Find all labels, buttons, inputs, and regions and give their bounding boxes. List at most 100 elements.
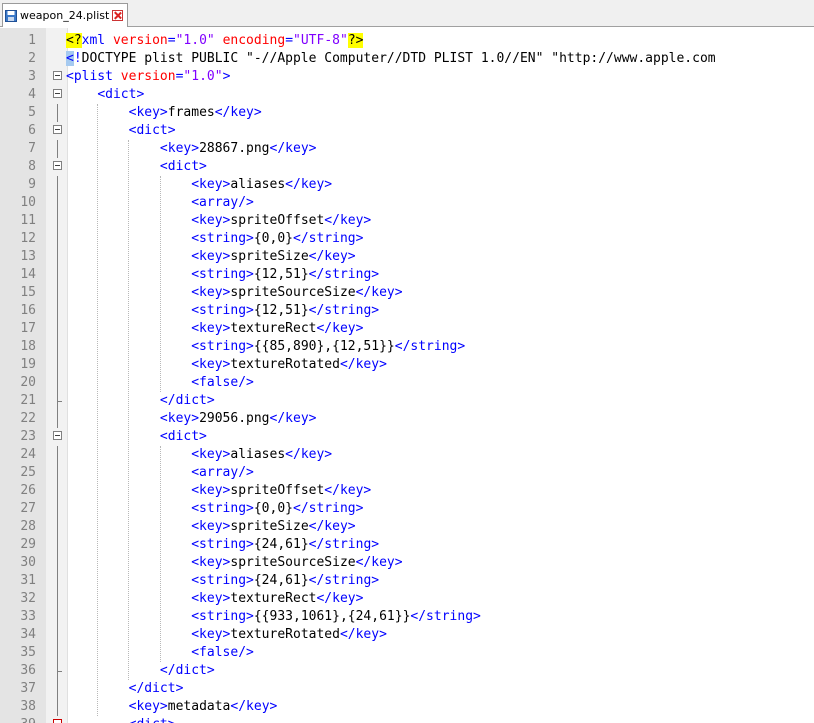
code-token: "UTF-8" (293, 33, 348, 48)
code-line[interactable]: 16 <string>{12,51}</string> (0, 302, 814, 320)
code-line[interactable]: 12 <string>{0,0}</string> (0, 230, 814, 248)
code-token: encoding (222, 33, 286, 48)
code-line[interactable]: 37 </dict> (0, 680, 814, 698)
code-line[interactable]: 38 <key>metadata</key> (0, 698, 814, 716)
code-line[interactable]: 35 <false/> (0, 644, 814, 662)
code-token: <dict> (97, 87, 145, 102)
code-text: <key>textureRotated</key> (66, 356, 387, 374)
line-number: 35 (20, 645, 36, 660)
code-token: </string> (308, 573, 380, 588)
indent-guide (128, 140, 130, 680)
fold-line (57, 230, 58, 248)
fold-toggle-icon[interactable] (53, 161, 62, 170)
code-line[interactable]: 18 <string>{{85,890},{12,51}}</string> (0, 338, 814, 356)
line-number: 26 (20, 483, 36, 498)
code-token: </key> (339, 357, 387, 372)
code-line[interactable]: 33 <string>{{933,1061},{24,61}}</string> (0, 608, 814, 626)
fold-toggle-icon[interactable] (53, 431, 62, 440)
code-token: DOCTYPE plist PUBLIC "-//Apple Computer/… (81, 51, 716, 66)
code-token: spriteSourceSize (230, 555, 356, 570)
code-line[interactable]: 25 <array/> (0, 464, 814, 482)
line-number: 14 (20, 267, 36, 282)
code-line[interactable]: 2 <!DOCTYPE plist PUBLIC "-//Apple Comput… (0, 50, 814, 68)
code-token: </dict> (128, 681, 184, 696)
line-number: 25 (20, 465, 36, 480)
line-number: 34 (20, 627, 36, 642)
code-line[interactable]: 19 <key>textureRotated</key> (0, 356, 814, 374)
code-token: </key> (285, 447, 333, 462)
line-number: 3 (28, 69, 36, 84)
code-line[interactable]: 24 <key>aliases</key> (0, 446, 814, 464)
code-text: <key>spriteSize</key> (66, 248, 355, 266)
code-line[interactable]: 34 <key>textureRotated</key> (0, 626, 814, 644)
code-line[interactable]: 17 <key>textureRect</key> (0, 320, 814, 338)
code-text: <dict> (66, 716, 176, 723)
code-token: {12,51} (253, 267, 309, 282)
line-number: 13 (20, 249, 36, 264)
line-number: 4 (28, 87, 36, 102)
code-token: <string> (191, 501, 254, 516)
line-number: 7 (28, 141, 36, 156)
code-line[interactable]: 29 <string>{24,61}</string> (0, 536, 814, 554)
code-text: <key>textureRect</key> (66, 320, 363, 338)
file-tab[interactable]: weapon_24.plist (2, 3, 129, 27)
close-tab-icon[interactable] (112, 10, 124, 21)
code-line[interactable]: 30 <key>spriteSourceSize</key> (0, 554, 814, 572)
code-line[interactable]: 7 <key>28867.png</key> (0, 140, 814, 158)
code-line[interactable]: 32 <key>textureRect</key> (0, 590, 814, 608)
code-line[interactable]: 13 <key>spriteSize</key> (0, 248, 814, 266)
fold-toggle-icon[interactable] (53, 719, 62, 723)
code-line[interactable]: 36 </dict> (0, 662, 814, 680)
code-editor[interactable]: 1 <?xml version="1.0" encoding="UTF-8"?> 2… (0, 28, 814, 723)
code-line[interactable]: 5 <key>frames</key> (0, 104, 814, 122)
code-line[interactable]: 1 <?xml version="1.0" encoding="UTF-8"?> (0, 32, 814, 50)
code-token: </dict> (159, 393, 215, 408)
line-number: 27 (20, 501, 36, 516)
code-line[interactable]: 39 <dict> (0, 716, 814, 723)
fold-toggle-icon[interactable] (53, 71, 62, 80)
code-line[interactable]: 11 <key>spriteOffset</key> (0, 212, 814, 230)
fold-line (57, 374, 58, 392)
code-line[interactable]: 23 <dict> (0, 428, 814, 446)
line-number: 12 (20, 231, 36, 246)
code-token: <string> (191, 573, 254, 588)
line-number: 19 (20, 357, 36, 372)
fold-toggle-icon[interactable] (53, 125, 62, 134)
fold-toggle-icon[interactable] (53, 89, 62, 98)
code-token: <string> (191, 537, 254, 552)
code-line[interactable]: 6 <dict> (0, 122, 814, 140)
line-number: 15 (20, 285, 36, 300)
code-token: <key> (128, 699, 168, 714)
fold-line (57, 266, 58, 284)
code-text: <key>textureRotated</key> (66, 626, 387, 644)
fold-line (57, 176, 58, 194)
code-line[interactable]: 26 <key>spriteOffset</key> (0, 482, 814, 500)
fold-line (57, 680, 58, 698)
code-line[interactable]: 21 </dict> (0, 392, 814, 410)
code-line[interactable]: 14 <string>{12,51}</string> (0, 266, 814, 284)
code-token: <dict> (159, 159, 207, 174)
code-line[interactable]: 31 <string>{24,61}</string> (0, 572, 814, 590)
line-number: 24 (20, 447, 36, 462)
code-token: ! (73, 51, 82, 66)
code-line[interactable]: 4 <dict> (0, 86, 814, 104)
code-line[interactable]: 27 <string>{0,0}</string> (0, 500, 814, 518)
code-line[interactable]: 20 <false/> (0, 374, 814, 392)
code-line[interactable]: 3 <plist version="1.0"> (0, 68, 814, 86)
code-token: <key> (191, 249, 231, 264)
code-line[interactable]: 9 <key>aliases</key> (0, 176, 814, 194)
code-text: <string>{12,51}</string> (66, 302, 379, 320)
fold-line (57, 626, 58, 644)
code-line[interactable]: 10 <array/> (0, 194, 814, 212)
code-line[interactable]: 15 <key>spriteSourceSize</key> (0, 284, 814, 302)
code-line[interactable]: 8 <dict> (0, 158, 814, 176)
fold-end-mark (57, 671, 62, 672)
line-number: 33 (20, 609, 36, 624)
fold-line (57, 104, 58, 122)
code-line[interactable]: 22 <key>29056.png</key> (0, 410, 814, 428)
code-line[interactable]: 28 <key>spriteSize</key> (0, 518, 814, 536)
code-token: <string> (191, 303, 254, 318)
code-token: < (66, 51, 74, 66)
